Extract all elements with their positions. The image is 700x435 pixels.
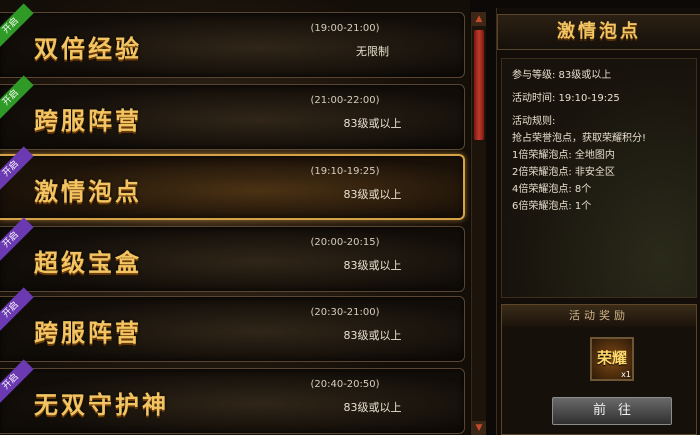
detail-time: 活动时间: 19:10-19:25 (512, 93, 620, 104)
scroll-thumb[interactable] (474, 30, 484, 140)
open-ribbon: 开启 (0, 146, 34, 192)
activity-time: (19:10-19:25) (310, 166, 380, 177)
activity-card[interactable]: 开启 跨服阵营 (20:30-21:00) 83级或以上 (0, 287, 465, 362)
reward-section: 活动奖励 荣耀 x1 前往 (501, 304, 697, 435)
scroll-up-icon[interactable]: ▲ (472, 12, 486, 26)
activity-card[interactable]: 开启 双倍经验 (19:00-21:00) 无限制 (0, 3, 465, 78)
reward-heading: 活动奖励 (502, 305, 696, 327)
activity-time: (20:00-20:15) (310, 237, 380, 248)
detail-rule: 抢占荣誉泡点，获取荣耀积分! (512, 133, 647, 144)
scroll-down-icon[interactable]: ▼ (472, 421, 486, 435)
activity-card[interactable]: 开启 跨服阵营 (21:00-22:00) 83级或以上 (0, 75, 465, 150)
activity-title: 跨服阵营 (34, 318, 142, 347)
open-ribbon: 开启 (0, 75, 34, 121)
activity-time: (20:30-21:00) (310, 307, 380, 318)
detail-rule: 1倍荣耀泡点: 全地图内 (512, 150, 615, 161)
open-ribbon: 开启 (0, 3, 34, 49)
open-ribbon: 开启 (0, 359, 34, 405)
go-button[interactable]: 前往 (552, 397, 672, 425)
detail-title: 激情泡点 (557, 21, 641, 42)
activity-title: 激情泡点 (34, 177, 142, 206)
detail-level: 参与等级: 83级或以上 (512, 70, 612, 81)
activity-list: 开启 双倍经验 (19:00-21:00) 无限制 开启 跨服阵营 (21:00… (0, 0, 470, 435)
reward-item-label: 荣耀 (596, 349, 627, 367)
detail-header: 激情泡点 (497, 14, 700, 50)
activity-card[interactable]: 开启 超级宝盒 (20:00-20:15) 83级或以上 (0, 217, 465, 292)
activity-card-selected[interactable]: 开启 激情泡点 (19:10-19:25) 83级或以上 (0, 146, 465, 220)
detail-info: 参与等级: 83级或以上 活动时间: 19:10-19:25 活动规则: 抢占荣… (501, 58, 697, 298)
activity-card[interactable]: 开启 无双守护神 (20:40-20:50) 83级或以上 (0, 359, 465, 434)
activity-requirement: 83级或以上 (343, 117, 402, 130)
activity-time: (19:00-21:00) (310, 23, 380, 34)
activity-title: 无双守护神 (34, 390, 169, 419)
activity-title: 跨服阵营 (34, 106, 142, 135)
reward-item-slot[interactable]: 荣耀 x1 (590, 337, 634, 381)
activity-requirement: 83级或以上 (343, 259, 402, 272)
activity-title: 超级宝盒 (34, 248, 142, 277)
reward-item-quantity: x1 (621, 370, 631, 379)
activity-requirement: 无限制 (356, 45, 389, 58)
open-ribbon: 开启 (0, 217, 34, 263)
activity-requirement: 83级或以上 (343, 401, 402, 414)
open-ribbon: 开启 (0, 287, 34, 333)
activity-time: (20:40-20:50) (310, 379, 380, 390)
detail-rules-heading: 活动规则: (512, 116, 556, 127)
list-scrollbar[interactable]: ▲ ▼ (471, 12, 486, 435)
activity-detail-panel: 激情泡点 参与等级: 83级或以上 活动时间: 19:10-19:25 活动规则… (496, 8, 700, 435)
detail-rule: 2倍荣耀泡点: 非安全区 (512, 167, 615, 178)
activity-time: (21:00-22:00) (310, 95, 380, 106)
activity-requirement: 83级或以上 (343, 188, 402, 201)
detail-rule: 4倍荣耀泡点: 8个 (512, 184, 592, 195)
activity-requirement: 83级或以上 (343, 329, 402, 342)
detail-rule: 6倍荣耀泡点: 1个 (512, 201, 592, 212)
activity-title: 双倍经验 (34, 34, 142, 63)
